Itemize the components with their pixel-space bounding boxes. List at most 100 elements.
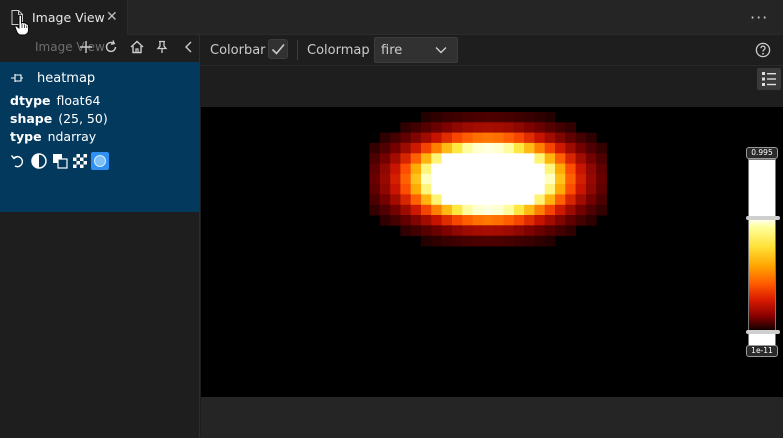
heatmap-pixel: [555, 163, 566, 175]
heatmap-pixel: [472, 122, 484, 133]
add-icon[interactable]: [78, 39, 94, 55]
prop-value: ndarray: [47, 129, 97, 144]
heatmap-pixel: [482, 122, 494, 133]
heatmap-pixel: [421, 163, 432, 175]
heatmap-pixel: [513, 194, 525, 206]
more-actions-icon[interactable]: ···: [750, 8, 768, 27]
heatmap-pixel: [544, 194, 556, 206]
heatmap-pixel: [452, 235, 463, 247]
colorbar-min-handle[interactable]: [746, 330, 780, 334]
undo-icon[interactable]: [9, 152, 27, 170]
collapse-icon[interactable]: [181, 39, 197, 55]
heatmap-pixel: [421, 194, 432, 206]
heatmap-pixel: [513, 225, 525, 236]
heatmap-pixel: [513, 173, 525, 185]
image-canvas[interactable]: 0.995 1e-11: [201, 107, 783, 397]
colorbar-checkbox[interactable]: [268, 39, 288, 59]
heatmap-pixel: [503, 153, 515, 164]
prop-type: type ndarray: [10, 129, 96, 144]
heatmap-pixel: [585, 194, 597, 206]
heatmap-image: [369, 112, 607, 247]
heatmap-pixel: [441, 142, 453, 154]
heatmap-pixel: [534, 235, 546, 247]
refresh-icon[interactable]: [103, 39, 119, 55]
heatmap-pixel: [379, 142, 391, 154]
heatmap-pixel: [400, 204, 412, 216]
heatmap-pixel: [503, 163, 515, 175]
heatmap-pixel: [441, 194, 453, 206]
colorbar-max-handle[interactable]: [746, 216, 780, 220]
heatmap-pixel: [544, 184, 556, 195]
heatmap-pixel: [421, 173, 432, 185]
heatmap-pixel: [585, 163, 597, 175]
heatmap-pixel: [493, 173, 504, 185]
heatmap-pixel: [452, 173, 463, 185]
heatmap-pixel: [441, 184, 453, 195]
layers-icon[interactable]: [51, 152, 69, 170]
heatmap-pixel: [472, 184, 484, 195]
heatmap-pixel: [369, 184, 381, 195]
chevron-down-icon: [435, 47, 447, 54]
heatmap-pixel: [534, 204, 546, 216]
prop-value: (25, 50): [58, 111, 108, 126]
heatmap-pixel: [441, 204, 453, 216]
status-strip: [201, 397, 783, 438]
heatmap-pixel: [379, 153, 391, 164]
heatmap-pixel: [565, 225, 576, 236]
colormap-toggle-icon[interactable]: [91, 152, 109, 170]
heatmap-pixel: [513, 184, 525, 195]
main-toolbar: Colorbar Colormap fire: [201, 35, 783, 66]
colorbar-max-label: 0.995: [746, 147, 778, 159]
heatmap-pixel: [390, 173, 401, 185]
heatmap-pixel: [513, 132, 525, 144]
image-view-main: Colorbar Colormap fire 0.995 1e-11: [201, 35, 783, 438]
checkerboard-icon[interactable]: [71, 152, 89, 170]
close-icon[interactable]: ✕: [106, 9, 118, 25]
heatmap-pixel: [462, 122, 473, 133]
heatmap-pixel: [513, 204, 525, 216]
checkmark-icon: [271, 43, 285, 55]
heatmap-pixel: [555, 142, 566, 154]
heatmap-pixel: [596, 173, 607, 185]
home-icon[interactable]: [129, 39, 145, 55]
heatmap-pixel: [596, 194, 607, 206]
heatmap-pixel: [421, 215, 432, 226]
heatmap-pixel: [410, 215, 422, 226]
heatmap-pixel: [400, 153, 412, 164]
heatmap-pixel: [596, 153, 607, 164]
heatmap-pixel: [410, 204, 422, 216]
help-icon[interactable]: [755, 42, 771, 58]
heatmap-pixel: [472, 142, 484, 154]
pin-icon[interactable]: [154, 39, 170, 55]
heatmap-pixel: [565, 215, 576, 226]
heatmap-pixel: [400, 225, 412, 236]
pin-outline-icon[interactable]: [10, 72, 24, 84]
panel-toolbar: Image View: [0, 35, 200, 62]
heatmap-pixel: [421, 122, 432, 133]
colormap-select[interactable]: fire: [374, 37, 458, 63]
heatmap-pixel: [369, 194, 381, 206]
colorbar-gradient: [749, 218, 775, 332]
heatmap-pixel: [379, 204, 391, 216]
heatmap-pixel: [596, 204, 607, 216]
heatmap-pixel: [482, 194, 494, 206]
heatmap-pixel: [400, 194, 412, 206]
heatmap-pixel: [524, 122, 535, 133]
list-view-button[interactable]: [757, 68, 781, 90]
list-item-heatmap[interactable]: heatmap dtype float64 shape (25, 50) type n…: [0, 62, 200, 212]
heatmap-pixel: [575, 132, 587, 144]
heatmap-pixel: [493, 163, 504, 175]
heatmap-pixel: [513, 215, 525, 226]
heatmap-pixel: [431, 225, 442, 236]
heatmap-pixel: [482, 142, 494, 154]
heatmap-pixel: [462, 184, 473, 195]
heatmap-pixel: [493, 142, 504, 154]
contrast-icon[interactable]: [30, 152, 48, 170]
image-list-panel: Image View heatmap dtype float64 shape (25…: [0, 35, 200, 438]
heatmap-pixel: [524, 194, 535, 206]
heatmap-pixel: [441, 153, 453, 164]
heatmap-pixel: [472, 132, 484, 144]
heatmap-pixel: [534, 132, 546, 144]
heatmap-pixel: [503, 194, 515, 206]
heatmap-pixel: [410, 194, 422, 206]
